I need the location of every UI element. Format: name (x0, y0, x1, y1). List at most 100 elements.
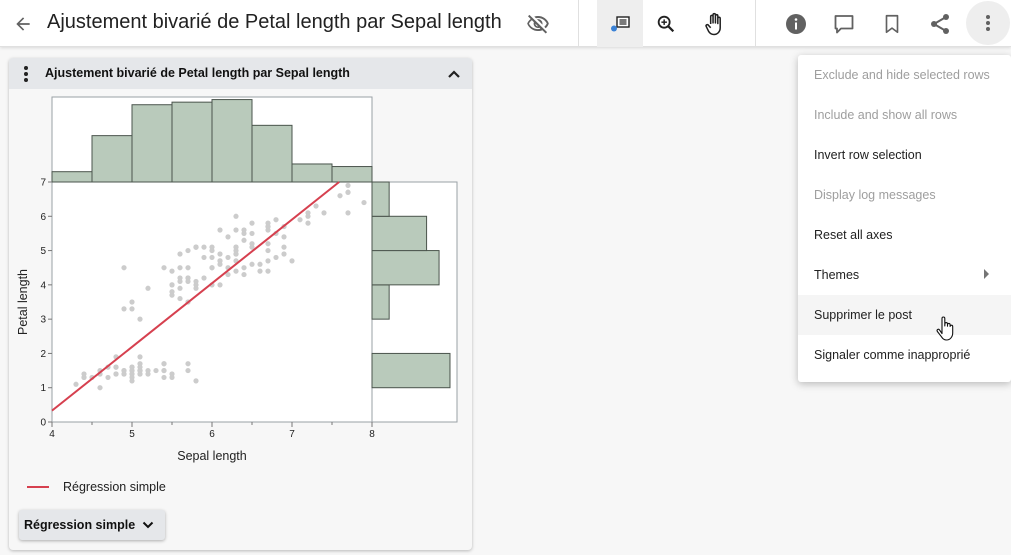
menu-item-exclude-hide[interactable]: Exclude and hide selected rows (798, 55, 1011, 95)
data-point (177, 251, 183, 257)
data-point (233, 268, 239, 274)
zoom-mode-button[interactable] (643, 0, 689, 47)
data-point (281, 244, 287, 250)
data-point (129, 306, 135, 312)
bookmark-button[interactable] (869, 0, 915, 47)
select-mode-button[interactable] (597, 0, 643, 47)
histogram-bar (131, 104, 173, 183)
comment-icon (834, 14, 854, 33)
data-point (169, 268, 175, 274)
y-tick-label: 0 (40, 418, 46, 429)
data-point (217, 251, 223, 257)
toolbar-divider (578, 0, 579, 47)
data-point (217, 261, 223, 267)
data-point (345, 182, 351, 189)
data-point (113, 371, 119, 377)
data-point (289, 258, 295, 264)
bookmark-icon (885, 14, 899, 33)
data-point (305, 213, 311, 219)
data-point (129, 299, 135, 305)
data-point (177, 265, 183, 271)
share-button[interactable] (917, 0, 963, 47)
data-point (233, 227, 239, 233)
menu-item-label: Reset all axes (814, 228, 893, 242)
histogram-bar (331, 166, 373, 183)
legend-label: Régression simple (63, 480, 166, 494)
y-axis-label: Petal length (16, 269, 30, 335)
chevron-down-icon (142, 521, 154, 529)
data-point (233, 244, 239, 250)
data-point (169, 374, 175, 381)
data-point (185, 247, 191, 254)
data-point (273, 254, 279, 261)
y-tick-label: 4 (40, 280, 46, 291)
data-point (225, 254, 231, 261)
y-tick-label: 7 (40, 178, 46, 189)
legend: Régression simple (27, 477, 166, 497)
data-point (121, 371, 127, 377)
data-point (185, 361, 191, 367)
data-point (257, 261, 263, 267)
data-point (337, 193, 343, 199)
back-button[interactable] (10, 11, 36, 37)
x-axis-label: Sepal length (177, 449, 247, 463)
data-point (233, 251, 239, 257)
toggle-visibility-button[interactable] (515, 0, 561, 47)
histogram-bar (171, 101, 213, 183)
point-select-icon (611, 15, 630, 31)
menu-item-delete-post[interactable]: Supprimer le post (798, 295, 1011, 335)
data-point (345, 210, 351, 216)
histogram-bar (211, 99, 253, 183)
more-options-button[interactable] (966, 1, 1010, 45)
menu-item-report[interactable]: Signaler comme inapproprié (798, 335, 1011, 375)
page-title: Ajustement bivarié de Petal length par S… (47, 11, 502, 33)
legend-swatch-regression (27, 486, 49, 488)
top-bar: Ajustement bivarié de Petal length par S… (0, 0, 1011, 47)
data-point (145, 371, 151, 377)
data-point (73, 381, 79, 387)
histogram-bar (371, 181, 390, 217)
histogram-bar (291, 163, 333, 183)
data-point (361, 199, 367, 206)
data-point (297, 217, 303, 223)
data-point (249, 220, 255, 226)
arrow-left-icon (16, 17, 30, 31)
data-point (177, 285, 183, 291)
more-vertical-icon (986, 15, 990, 31)
menu-item-label: Signaler comme inapproprié (814, 348, 971, 362)
histogram-bar (51, 171, 93, 183)
data-point (185, 265, 191, 271)
eye-off-icon (527, 14, 549, 33)
x-tick-label: 4 (49, 429, 55, 440)
data-point (201, 254, 207, 261)
data-point (265, 258, 271, 264)
data-point (321, 210, 327, 216)
menu-item-display-log[interactable]: Display log messages (798, 175, 1011, 215)
pan-mode-button[interactable] (692, 0, 738, 47)
data-point (137, 364, 143, 370)
bivariate-chart[interactable]: 4 5 6 7 8 0 1 2 3 4 5 6 7 Sepal length Petal length (9, 58, 472, 478)
data-point (97, 385, 103, 391)
histogram-bar (371, 250, 440, 286)
data-point (177, 275, 183, 281)
histogram-bar (371, 215, 428, 252)
menu-item-themes[interactable]: Themes (798, 255, 1011, 295)
share-icon (931, 13, 949, 34)
comment-button[interactable] (821, 0, 867, 47)
histogram-bar (251, 124, 293, 183)
data-point (281, 251, 287, 257)
x-tick-label: 8 (369, 429, 375, 440)
fit-options-dropdown[interactable]: Régression simple (19, 510, 166, 540)
menu-item-include-show[interactable]: Include and show all rows (798, 95, 1011, 135)
info-icon (786, 13, 806, 34)
data-point (153, 367, 159, 374)
data-point (241, 227, 247, 233)
data-point (209, 265, 215, 271)
data-point (161, 265, 167, 271)
data-point (161, 361, 167, 367)
data-point (313, 203, 319, 209)
menu-item-reset-axes[interactable]: Reset all axes (798, 215, 1011, 255)
menu-item-invert-selection[interactable]: Invert row selection (798, 135, 1011, 175)
info-button[interactable] (773, 0, 819, 47)
data-point (225, 234, 231, 240)
